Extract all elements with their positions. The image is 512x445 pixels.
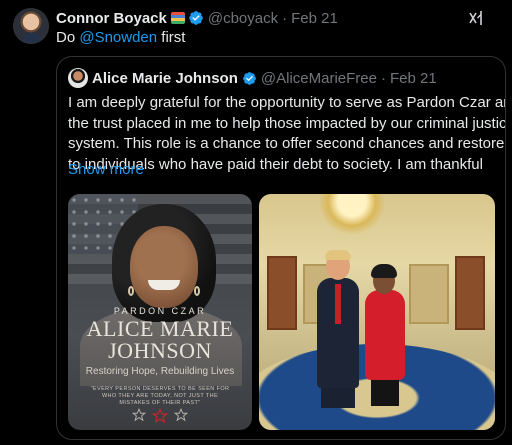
door bbox=[267, 256, 297, 330]
quoted-date[interactable]: Feb 21 bbox=[390, 70, 437, 87]
tweet-text-suffix: first bbox=[157, 29, 186, 46]
star-icon bbox=[152, 408, 168, 424]
author-avatar[interactable] bbox=[13, 8, 49, 44]
earring bbox=[194, 286, 200, 296]
door bbox=[455, 256, 485, 330]
stars-row bbox=[132, 408, 188, 424]
quoted-header: Alice Marie Johnson @AliceMarieFree · Fe… bbox=[92, 68, 437, 88]
tweet-text: Do @Snowden first bbox=[56, 28, 185, 48]
tweet-date[interactable]: Feb 21 bbox=[291, 10, 338, 27]
graphic-name-line1: ALICE MARIE bbox=[86, 316, 234, 341]
graphic-quote: "EVERY PERSON DESERVES TO BE SEEN FOR WH… bbox=[90, 386, 230, 406]
man-hair bbox=[325, 250, 351, 260]
tweet-text-prefix: Do bbox=[56, 29, 80, 46]
separator-dot: · bbox=[380, 69, 386, 87]
man-tie bbox=[335, 284, 341, 324]
quoted-author-handle[interactable]: @AliceMarieFree bbox=[261, 70, 377, 87]
star-icon bbox=[132, 408, 146, 422]
verified-badge-icon bbox=[188, 10, 204, 26]
earring bbox=[128, 286, 134, 296]
author-handle[interactable]: @cboyack bbox=[208, 10, 278, 27]
mention-link[interactable]: @Snowden bbox=[79, 29, 157, 46]
quoted-tweet-card[interactable]: Alice Marie Johnson @AliceMarieFree · Fe… bbox=[56, 56, 506, 440]
quoted-author-name[interactable]: Alice Marie Johnson bbox=[92, 70, 238, 87]
verified-badge-icon bbox=[242, 71, 257, 86]
pardon-czar-graphic[interactable]: PARDON CZAR ALICE MARIE JOHNSON Restorin… bbox=[68, 194, 252, 430]
graphic-name-line2: JOHNSON bbox=[108, 338, 212, 363]
quoted-body-line: the trust placed in me to help those imp… bbox=[68, 114, 506, 132]
portrait-face bbox=[130, 226, 198, 308]
portrait-smile bbox=[148, 280, 180, 290]
quoted-body-line: I am deeply grateful for the opportunity… bbox=[68, 94, 506, 111]
tweet-header: Connor Boyack @cboyack · Feb 21 bbox=[56, 8, 338, 28]
show-more-link[interactable]: Show more bbox=[68, 161, 144, 178]
woman-red-suit bbox=[365, 290, 405, 380]
grok-icon[interactable] bbox=[468, 10, 484, 26]
graphic-subtitle: PARDON CZAR bbox=[113, 306, 207, 316]
quoted-body-line: system. This role is a chance to offer s… bbox=[68, 135, 506, 152]
chandelier bbox=[317, 194, 387, 234]
wall-panel bbox=[409, 264, 449, 324]
woman-hair bbox=[371, 264, 397, 278]
star-icon bbox=[174, 408, 188, 422]
oval-office-photo[interactable] bbox=[259, 194, 495, 430]
separator-dot: · bbox=[282, 9, 288, 27]
graphic-tagline: Restoring Hope, Rebuilding Lives bbox=[85, 366, 235, 377]
books-emoji-icon bbox=[170, 12, 185, 24]
author-name[interactable]: Connor Boyack bbox=[56, 10, 167, 27]
quoted-author-avatar[interactable] bbox=[68, 68, 88, 88]
